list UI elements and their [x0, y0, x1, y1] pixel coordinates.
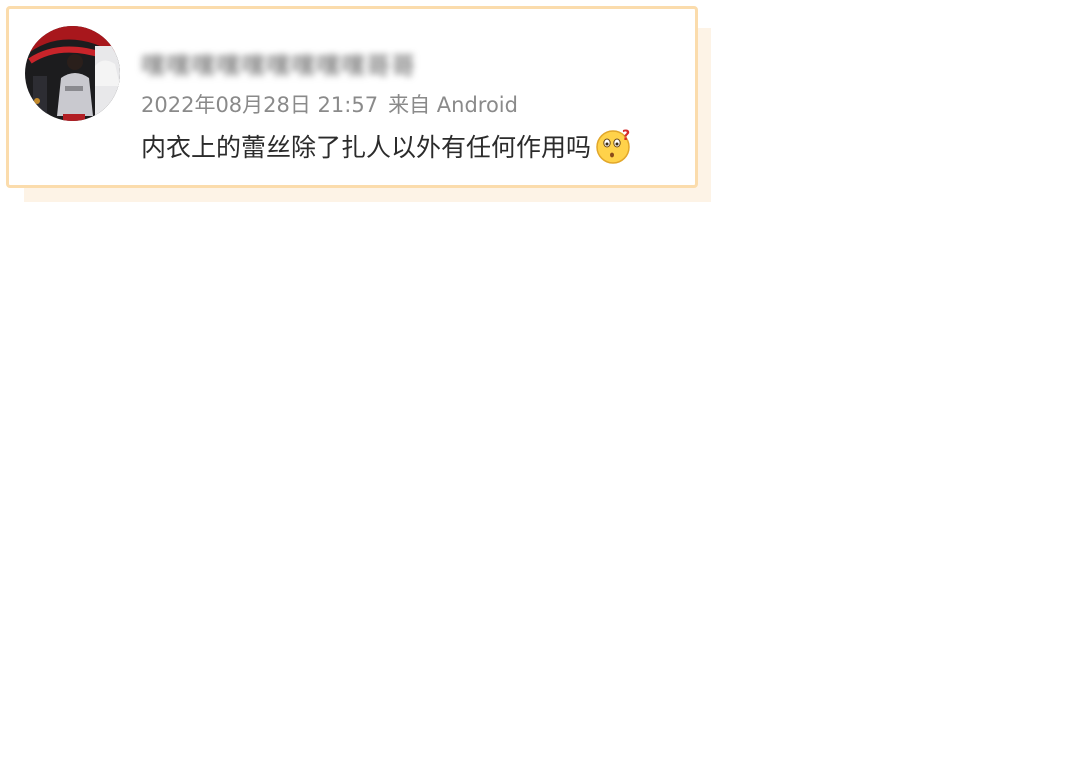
post-text: 内衣上的蕾丝除了扎人以外有任何作用吗: [141, 133, 592, 162]
avatar-image: [25, 26, 120, 121]
svg-text:?: ?: [622, 128, 630, 144]
post-content: 内衣上的蕾丝除了扎人以外有任何作用吗 ?: [141, 127, 633, 165]
confused-question-emoji-icon: ?: [595, 127, 633, 165]
post-source: 来自 Android: [388, 93, 518, 117]
post-card: 嘿嘿嘿嘿嘿嘿嘿嘿嘿哥哥 2022年08月28日 21:57 来自 Android …: [6, 6, 698, 188]
post-timestamp[interactable]: 2022年08月28日 21:57: [141, 93, 378, 117]
post-meta: 2022年08月28日 21:57 来自 Android: [141, 89, 518, 119]
avatar[interactable]: [25, 26, 120, 121]
username[interactable]: 嘿嘿嘿嘿嘿嘿嘿嘿嘿哥哥: [141, 46, 416, 81]
